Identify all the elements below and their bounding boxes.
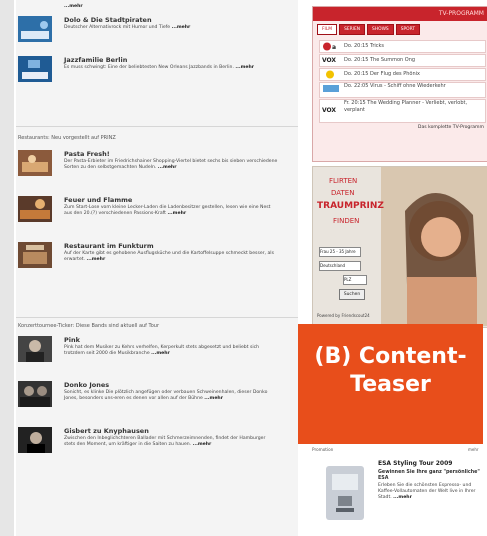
- search-button[interactable]: Suchen: [339, 289, 365, 300]
- program-text[interactable]: Do. 20:15 Tricks: [344, 41, 384, 52]
- item-title[interactable]: Gisbert zu Knyphausen: [64, 427, 149, 435]
- item-title[interactable]: Restaurant im Funkturm: [64, 242, 154, 250]
- event-thumbnail: [18, 56, 52, 82]
- sidebar: TV-PROGRAMM FILM SERIEN SHOWS SPORT a Do…: [304, 0, 487, 536]
- item-title[interactable]: Donko Jones: [64, 381, 109, 389]
- more-link[interactable]: ...mehr: [151, 351, 170, 356]
- more-link[interactable]: ...mehr: [204, 396, 223, 401]
- teaser-line-2: Teaser: [350, 372, 431, 397]
- item-description: Sonicht, es klinke Die plötzlich angefüg…: [64, 390, 268, 402]
- promo-subtitle[interactable]: Gewinnen Sie Ihre ganz "persönliche" ESA: [378, 470, 482, 482]
- item-description: Zwischen den Inbeglichchteren Ballader m…: [64, 436, 266, 448]
- channel-logo: VOX: [322, 57, 337, 64]
- item-title[interactable]: Jazzfamilie Berlin: [64, 56, 127, 64]
- more-link[interactable]: ...mehr: [393, 495, 412, 500]
- channel-logo-icon: [323, 85, 339, 92]
- item-description: Zum Start-Lose vom kleine Lecker-Laden d…: [64, 205, 271, 217]
- program-text[interactable]: Do. 20:15 The Summon Ong: [344, 55, 415, 66]
- more-link[interactable]: ...mehr: [193, 442, 212, 447]
- teaser-line-1: (B) Content-: [314, 344, 467, 369]
- item-description: Pink hat dem Musiker zu Kehrs verhelfen,…: [64, 345, 260, 357]
- tab-shows[interactable]: SHOWS: [367, 24, 394, 35]
- list-item[interactable]: Gisbert zu Knyphausen Zwischen den Inbeg…: [18, 427, 280, 467]
- item-description: Auf der Karte gibt es gehobene Ausflugsk…: [64, 251, 274, 263]
- section-divider: [16, 317, 298, 318]
- list-item[interactable]: Dolo & Die Stadtpiraten Deutscher Altern…: [18, 16, 280, 48]
- tab-serien[interactable]: SERIEN: [339, 24, 366, 35]
- more-link[interactable]: ...mehr: [87, 257, 106, 262]
- tv-program-row[interactable]: a Do. 20:15 Tricks: [319, 40, 486, 53]
- concerts-heading: Konzerttournee-Ticker: Diese Bands sind …: [18, 323, 160, 329]
- artist-thumbnail: [18, 381, 52, 407]
- list-item[interactable]: Pasta Fresh! Der Pasta-Erbieter im Fried…: [18, 150, 280, 190]
- restaurants-heading: Restaurants: Neu vorgestellt auf PRINZ: [18, 135, 116, 141]
- arte-logo-icon: a: [323, 42, 336, 51]
- more-link[interactable]: ...mehr: [64, 4, 83, 9]
- tv-full-program-link[interactable]: Das komplette TV-Programm: [319, 125, 484, 130]
- tv-program-row[interactable]: VOX Fr. 20:15 The Wedding Planner - Verl…: [319, 99, 486, 123]
- tv-program-row[interactable]: VOX Do. 20:15 The Summon Ong: [319, 54, 486, 67]
- left-rail: [0, 0, 14, 536]
- tab-sport[interactable]: SPORT: [395, 24, 421, 35]
- item-description: Es muss schwingt: Eine der beliebtesten …: [64, 65, 255, 70]
- ad-woman-image: [381, 167, 487, 326]
- dating-ad[interactable]: FLIRTEN DATEN TRAUMPRINZ FINDEN Frau 25 …: [312, 166, 487, 328]
- ad-line-3: TRAUMPRINZ: [317, 201, 384, 211]
- event-thumbnail: [18, 16, 52, 42]
- item-title[interactable]: Pasta Fresh!: [64, 150, 110, 158]
- item-title[interactable]: Feuer und Flamme: [64, 196, 132, 204]
- item-title[interactable]: Pink: [64, 336, 80, 344]
- content-teaser-label: (B) Content- Teaser: [298, 324, 483, 444]
- artist-thumbnail: [18, 427, 52, 453]
- coffee-machine-image: [320, 458, 370, 530]
- item-title[interactable]: Dolo & Die Stadtpiraten: [64, 16, 152, 24]
- tv-header: TV-PROGRAMM: [313, 7, 487, 21]
- tv-program-widget: TV-PROGRAMM FILM SERIEN SHOWS SPORT a Do…: [312, 6, 487, 162]
- country-select[interactable]: Deutschland: [319, 261, 361, 271]
- zip-field[interactable]: PLZ: [343, 275, 367, 285]
- list-item[interactable]: Feuer und Flamme Zum Start-Lose vom klei…: [18, 196, 280, 236]
- section-divider: [16, 126, 298, 127]
- more-link[interactable]: ...mehr: [167, 211, 186, 216]
- list-item[interactable]: Donko Jones Sonicht, es klinke Die plötz…: [18, 381, 280, 421]
- restaurant-thumbnail: [18, 150, 52, 176]
- artist-thumbnail: [18, 336, 52, 362]
- program-text[interactable]: Fr. 20:15 The Wedding Planner - Verliebt…: [344, 100, 482, 114]
- restaurant-thumbnail: [18, 242, 52, 268]
- gender-age-select[interactable]: Frau 25 - 35 Jahre: [319, 247, 361, 257]
- svg-text:a: a: [332, 44, 336, 51]
- item-description: Deutscher Alternativrock mit Humor und T…: [64, 25, 191, 30]
- item-description: Der Pasta-Erbieter im Friedrichshainer S…: [64, 159, 278, 171]
- list-item[interactable]: Pink Pink hat dem Musiker zu Kehrs verhe…: [18, 336, 280, 376]
- tab-film[interactable]: FILM: [317, 24, 338, 35]
- promotion-label: Promotion: [312, 447, 334, 452]
- program-text[interactable]: Do. 20:15 Der Flug des Phönix: [344, 69, 420, 80]
- ad-line-2: DATEN: [331, 189, 355, 197]
- ad-line-4: FINDEN: [333, 217, 360, 225]
- more-link[interactable]: ...mehr: [158, 165, 177, 170]
- more-link[interactable]: ...mehr: [172, 25, 191, 30]
- restaurant-thumbnail: [18, 196, 52, 222]
- program-text[interactable]: Do. 22:05 Virus - Schiff ohne Wiederkehr: [344, 83, 482, 90]
- list-item[interactable]: Restaurant im Funkturm Auf der Karte gib…: [18, 242, 280, 282]
- list-item[interactable]: Jazzfamilie Berlin Es muss schwingt: Ein…: [18, 56, 280, 88]
- promo-description: Erleben Sie die schönsten Espresso- und …: [378, 483, 476, 501]
- ad-footer: Powered by Friendscout24: [317, 313, 370, 318]
- top-more-row: ...mehr: [18, 4, 280, 12]
- tv-program-row[interactable]: Do. 20:15 Der Flug des Phönix: [319, 68, 486, 81]
- tv-program-row[interactable]: Do. 22:05 Virus - Schiff ohne Wiederkehr: [319, 82, 486, 98]
- channel-logo: VOX: [322, 107, 337, 114]
- promotion-more-link[interactable]: mehr: [468, 447, 479, 452]
- ad-line-1: FLIRTEN: [329, 177, 358, 185]
- more-link[interactable]: ...mehr: [235, 65, 254, 70]
- promo-title[interactable]: ESA Styling Tour 2009: [378, 460, 452, 467]
- tv-tabs: FILM SERIEN SHOWS SPORT: [317, 24, 421, 35]
- channel-logo-icon: [326, 70, 334, 79]
